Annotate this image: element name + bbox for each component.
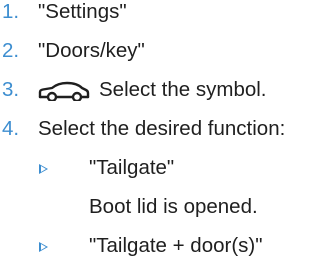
step-number: 2. bbox=[2, 39, 20, 62]
step-text: Select the symbol. bbox=[99, 78, 267, 101]
option-description: Boot lid is opened. bbox=[89, 195, 258, 218]
step-text: "Settings" bbox=[38, 0, 127, 23]
car-outline-icon bbox=[38, 81, 90, 101]
step-text: "Doors/key" bbox=[38, 39, 145, 62]
option-label: "Tailgate + door(s)" bbox=[89, 234, 263, 257]
option-label: "Tailgate" bbox=[89, 156, 175, 179]
step-number: 4. bbox=[2, 117, 20, 140]
triangle-bullet-icon bbox=[39, 164, 48, 174]
step-text: Select the desired function: bbox=[38, 117, 286, 140]
step-number: 3. bbox=[2, 78, 20, 101]
triangle-bullet-icon bbox=[39, 242, 48, 252]
step-number: 1. bbox=[2, 0, 20, 23]
